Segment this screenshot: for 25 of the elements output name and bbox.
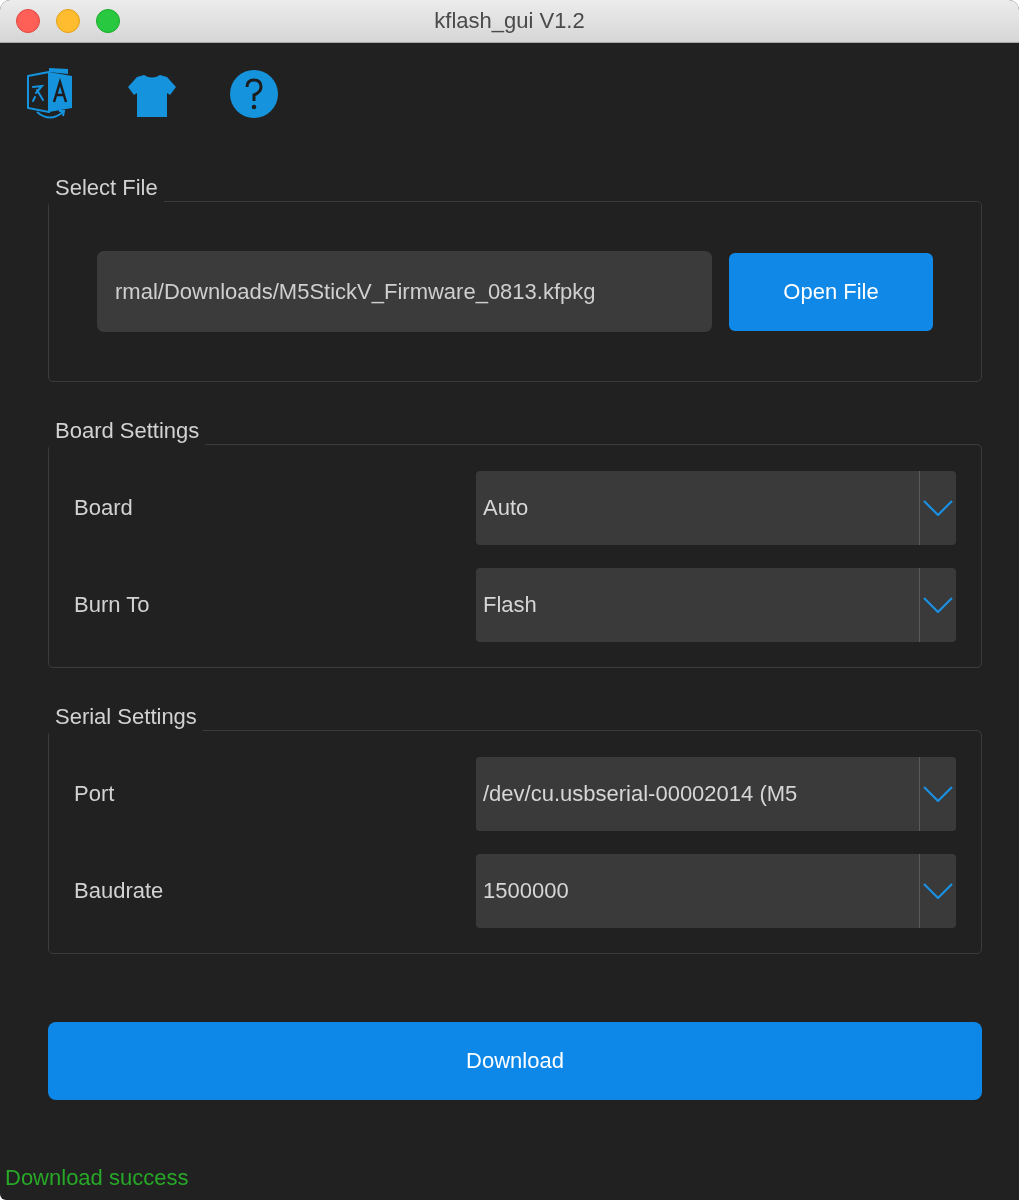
close-icon[interactable] [16,9,40,33]
download-button[interactable]: Download [48,1022,982,1100]
dropdown[interactable]: 1500000 [476,854,956,928]
minimize-icon[interactable] [56,9,80,33]
help-icon[interactable] [229,67,279,121]
chevron-down-icon[interactable] [923,500,953,516]
open-file-button[interactable]: Open File [729,252,933,331]
group-title: Board Settings [55,419,200,443]
setting-label: Baudrate [74,878,164,904]
group-title: Serial Settings [55,705,197,729]
group-title: Select File [55,176,158,200]
chevron-down-icon[interactable] [923,597,953,613]
translate-icon[interactable] [25,67,75,121]
zoom-icon[interactable] [96,9,120,33]
window-title: kflash_gui V1.2 [434,8,585,34]
dropdown[interactable]: Auto [476,471,956,545]
dropdown[interactable]: /dev/cu.usbserial-00002014 (M5 [476,757,956,831]
status-message: Download success [5,1165,189,1191]
dropdown[interactable]: Flash [476,568,956,642]
setting-label: Burn To [74,592,150,618]
setting-label: Port [74,781,115,807]
file-path-field[interactable]: rmal/Downloads/M5StickV_Firmware_0813.kfpkg [97,251,712,332]
setting-label: Board [74,495,133,521]
chevron-down-icon[interactable] [923,786,953,802]
chevron-down-icon[interactable] [923,883,953,899]
